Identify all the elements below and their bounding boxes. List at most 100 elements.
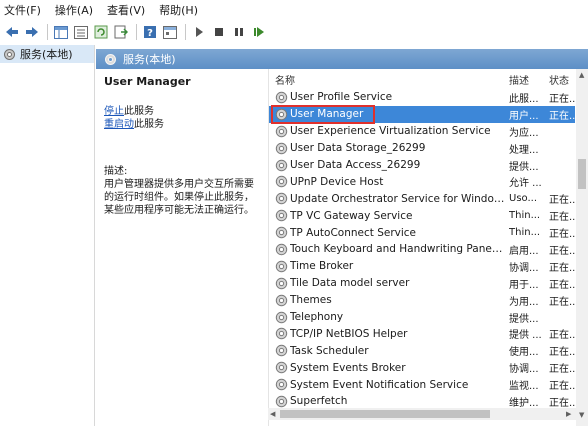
service-description: 维护...: [509, 397, 539, 409]
service-name: Themes: [290, 294, 332, 307]
refresh-icon[interactable]: [92, 23, 110, 41]
scroll-down-arrow-icon[interactable]: ▼: [579, 411, 584, 419]
service-row[interactable]: User Profile Service 此服... 正在...: [269, 89, 575, 106]
service-description: 监视...: [509, 381, 539, 393]
service-row[interactable]: User Experience Virtualization Service 为应…: [269, 123, 575, 140]
service-name: User Experience Virtualization Service: [290, 125, 491, 138]
restart-icon[interactable]: [250, 23, 268, 41]
service-gear-icon: [275, 125, 288, 137]
service-row[interactable]: Touch Keyboard and Handwriting Panel Ser…: [269, 241, 575, 258]
service-row[interactable]: System Events Broker 协调... 正在...: [269, 359, 575, 376]
service-row[interactable]: TP AutoConnect Service Thin... 正在...: [269, 224, 575, 241]
service-gear-icon: [275, 210, 288, 222]
service-description: 提供 ...: [509, 330, 542, 342]
service-status: 正在...: [549, 110, 575, 122]
help-icon[interactable]: ?: [141, 23, 159, 41]
scroll-left-arrow-icon[interactable]: ◀: [270, 410, 275, 418]
details-pane: User Manager 停止此服务 重启动此服务 描述: 用户管理器提供多用户…: [96, 69, 266, 426]
menu-view[interactable]: 查看(V): [107, 2, 145, 18]
description-heading: 描述:: [104, 166, 128, 177]
restart-service-link[interactable]: 重启动: [104, 119, 134, 130]
service-gear-icon: [275, 260, 288, 273]
service-name: UPnP Device Host: [290, 175, 384, 188]
horizontal-scrollbar[interactable]: ◀ ▶: [268, 408, 576, 420]
forward-icon[interactable]: [23, 23, 41, 41]
service-name: Superfetch: [290, 395, 348, 408]
back-icon[interactable]: [3, 23, 21, 41]
service-status: 正在...: [549, 397, 575, 409]
svg-text:?: ?: [147, 28, 153, 39]
pause-icon[interactable]: [230, 23, 248, 41]
service-row[interactable]: Task Scheduler 使用... 正在...: [269, 342, 575, 359]
service-description: 处理...: [509, 144, 539, 156]
service-description: 用户...: [509, 110, 539, 122]
column-header-description[interactable]: 描述: [509, 72, 529, 87]
vertical-scrollbar[interactable]: ▲ ▼: [576, 69, 588, 426]
toolbar-separator: [47, 24, 48, 40]
service-status: 正在...: [549, 381, 575, 393]
service-description: 协调...: [509, 364, 539, 376]
scroll-up-arrow-icon[interactable]: ▲: [579, 71, 584, 79]
service-gear-icon: [275, 193, 288, 205]
service-rows: User Profile Service此服...正在...User Manag…: [269, 89, 575, 409]
toolbar-separator: [185, 24, 186, 40]
column-header-status[interactable]: 状态: [549, 72, 569, 87]
service-gear-icon: [275, 395, 288, 408]
service-name: Telephony: [290, 311, 344, 324]
service-description: 提供...: [509, 161, 539, 173]
description-text: 用户管理器提供多用户交互所需要的运行时组件。如果停止此服务，某些应用程序可能无法…: [104, 179, 254, 216]
service-status: 正在...: [549, 364, 575, 376]
pane-header-label: 服务(本地): [123, 53, 176, 66]
service-name: TP VC Gateway Service: [290, 209, 413, 222]
service-row[interactable]: TCP/IP NetBIOS Helper 提供 ... 正在...: [269, 325, 575, 342]
menu-help[interactable]: 帮助(H): [159, 2, 198, 18]
service-row[interactable]: Themes 为用... 正在...: [269, 292, 575, 309]
service-gear-icon: [275, 226, 288, 239]
service-gear-icon: [275, 243, 288, 256]
list-view-icon[interactable]: [72, 23, 90, 41]
service-name: Touch Keyboard and Handwriting Panel Ser…: [290, 243, 505, 256]
service-status: 正在...: [549, 195, 575, 207]
export-icon[interactable]: [112, 23, 130, 41]
service-row[interactable]: UPnP Device Host 允许 ...: [269, 173, 575, 190]
services-icon: [4, 48, 15, 60]
vertical-scroll-thumb[interactable]: [578, 159, 586, 189]
service-status: 正在...: [549, 330, 575, 342]
column-header-name[interactable]: 名称: [275, 72, 295, 87]
service-row[interactable]: Tile Data model server 用于... 正在...: [269, 275, 575, 292]
service-row[interactable]: User Data Storage_26299 处理...: [269, 140, 575, 157]
service-name: User Profile Service: [290, 91, 393, 104]
menu-file[interactable]: 文件(F): [4, 2, 41, 18]
tree-item-services-local[interactable]: 服务(本地): [0, 45, 94, 63]
service-row[interactable]: Time Broker 协调... 正在...: [269, 258, 575, 275]
stop-service-row: 停止此服务: [104, 105, 260, 118]
service-row[interactable]: Superfetch 维护... 正在...: [269, 393, 575, 409]
service-row[interactable]: Telephony 提供...: [269, 309, 575, 326]
properties-icon[interactable]: [161, 23, 179, 41]
service-description: 提供...: [509, 313, 539, 325]
service-gear-icon: [275, 91, 288, 104]
service-description: 用于...: [509, 279, 539, 291]
menu-action[interactable]: 操作(A): [55, 2, 93, 18]
service-status: 正在...: [549, 245, 575, 257]
service-row[interactable]: User Data Access_26299 提供...: [269, 157, 575, 174]
service-status: 正在...: [549, 279, 575, 291]
service-description: Thin...: [509, 210, 541, 222]
stop-service-link[interactable]: 停止: [104, 106, 124, 117]
column-header-row: 名称 描述 状态: [269, 69, 588, 89]
service-gear-icon: [275, 362, 288, 374]
services-icon: [105, 53, 116, 65]
stop-icon[interactable]: [210, 23, 228, 41]
service-row[interactable]: Update Orchestrator Service for Windows …: [269, 190, 575, 207]
service-status: 正在...: [549, 229, 575, 241]
service-row[interactable]: User Manager 用户... 正在...: [269, 104, 575, 124]
show-tree-icon[interactable]: [52, 23, 70, 41]
play-icon[interactable]: [190, 23, 208, 41]
service-row[interactable]: System Event Notification Service 监视... 正在…: [269, 376, 575, 393]
services-list: 名称 描述 状态 User Profile Service此服...正在...U…: [268, 69, 588, 426]
scroll-right-arrow-icon[interactable]: ▶: [566, 410, 571, 418]
horizontal-scroll-thumb[interactable]: [280, 410, 490, 418]
selected-service-title: User Manager: [104, 75, 191, 88]
service-row[interactable]: TP VC Gateway Service Thin... 正在...: [269, 207, 575, 224]
console-tree: 服务(本地): [0, 45, 95, 426]
